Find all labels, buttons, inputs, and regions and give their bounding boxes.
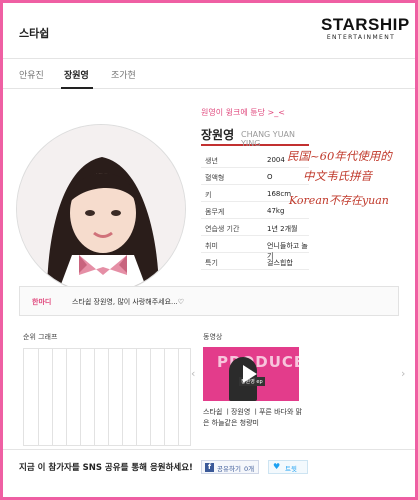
header: 스타쉽 STARSHIP ENTERTAINMENT	[3, 3, 415, 59]
comment-label: 한마디	[32, 298, 52, 306]
graph-gridline	[52, 349, 53, 445]
graph-gridline	[80, 349, 81, 445]
info-row: 혈액형 O	[201, 168, 309, 185]
info-key: 키	[205, 191, 212, 199]
graph-gridline	[178, 349, 179, 445]
romanized-name: CHANG YUAN YING	[241, 130, 295, 148]
annotation-line-1: 民国~60年代使用的	[287, 149, 392, 163]
info-value: 1년 2개월	[267, 225, 298, 233]
profile-photo-illustration	[17, 125, 185, 293]
trainee-tabs: 안유진 장원영 조가현	[3, 59, 415, 89]
info-key: 특기	[205, 259, 218, 267]
share-cta: 지금 이 참가자를 SNS 공유를 통해 응원하세요!	[19, 463, 193, 473]
tab-jang-wonyoung[interactable]: 장원영	[64, 68, 89, 81]
rank-graph	[23, 348, 191, 446]
video-caption[interactable]: 스타쉽 ㅣ장원영 ㅣ푸른 바다와 맑은 하늘같은 청량미	[203, 407, 307, 429]
info-key: 취미	[205, 242, 218, 250]
graph-gridline	[94, 349, 95, 445]
graph-gridline	[66, 349, 67, 445]
info-row: 취미 언니들하고 놀기	[201, 236, 309, 260]
play-icon[interactable]	[243, 365, 257, 383]
logo-wordmark: STARSHIP	[321, 16, 409, 34]
agency-title: 스타쉽	[19, 27, 50, 40]
video-thumbnail[interactable]: PRODUCE 장원영 ep	[203, 347, 299, 401]
chevron-left-icon[interactable]: ‹	[191, 367, 195, 380]
annotation-line-3: Korean不存在yuan	[289, 194, 389, 207]
info-value: 2004	[267, 156, 285, 164]
logo-text: STARSHIP	[321, 15, 410, 34]
graph-gridline	[122, 349, 123, 445]
graph-gridline	[38, 349, 39, 445]
starship-logo[interactable]: STARSHIP ENTERTAINMENT	[321, 16, 409, 42]
info-value: 168cm	[267, 190, 292, 198]
active-tab-indicator	[61, 87, 93, 89]
info-value: O	[267, 173, 273, 181]
profile-tagline: 원영이 윙크에 튠당 >_<	[201, 108, 285, 117]
twitter-icon: ♥	[273, 462, 281, 471]
graph-gridline	[150, 349, 151, 445]
profile-info-table: 생년 2004 혈액형 O 키 168cm 몸무게 47kg 연습생 기간 1년 2개월 …	[201, 151, 309, 270]
tab-jo-gahyun[interactable]: 조가현	[111, 68, 136, 81]
graph-gridline	[164, 349, 165, 445]
facebook-share-button[interactable]: f 공유하기 0개	[201, 460, 259, 474]
chevron-right-icon[interactable]: ›	[401, 367, 405, 380]
video-section-title: 동영상	[203, 333, 223, 341]
profile-photo	[16, 124, 186, 294]
name-row: 장원영 CHANG YUAN YING	[201, 124, 309, 148]
tab-an-yujin[interactable]: 안유진	[19, 68, 44, 81]
info-row: 연습생 기간 1년 2개월	[201, 219, 309, 236]
facebook-share-label: 공유하기	[217, 465, 241, 473]
info-key: 혈액형	[205, 174, 225, 182]
share-bar: 지금 이 참가자를 SNS 공유를 통해 응원하세요! f 공유하기 0개 ♥ …	[3, 449, 415, 497]
comment-box: 한마디 스타쉽 장원영, 많이 사랑해주세요...♡	[19, 286, 399, 316]
graph-gridline	[108, 349, 109, 445]
twitter-tweet-label: 트윗	[285, 465, 297, 473]
annotation-line-2: 中文韦氏拼音	[303, 169, 372, 183]
rank-graph-title: 순위 그래프	[23, 333, 58, 341]
info-key: 몸무게	[205, 208, 225, 216]
info-value: 걸스힙합	[267, 259, 293, 267]
comment-text: 스타쉽 장원영, 많이 사랑해주세요...♡	[72, 298, 185, 306]
page-frame: 스타쉽 STARSHIP ENTERTAINMENT 안유진 장원영 조가현 원…	[3, 3, 415, 497]
twitter-tweet-button[interactable]: ♥ 트윗	[268, 460, 308, 474]
info-row: 특기 걸스힙합	[201, 253, 309, 270]
logo-subtext: ENTERTAINMENT	[326, 34, 396, 41]
facebook-icon: f	[205, 463, 214, 472]
facebook-share-count: 0개	[244, 465, 255, 473]
info-key: 생년	[205, 157, 218, 165]
graph-gridline	[136, 349, 137, 445]
info-key: 연습생 기간	[205, 225, 240, 233]
trainee-name: 장원영	[201, 128, 235, 142]
profile-panel: 원영이 윙크에 튠당 >_< 장원영 CHANG YUAN YING 생년 200…	[201, 107, 411, 270]
info-value: 47kg	[267, 207, 285, 215]
